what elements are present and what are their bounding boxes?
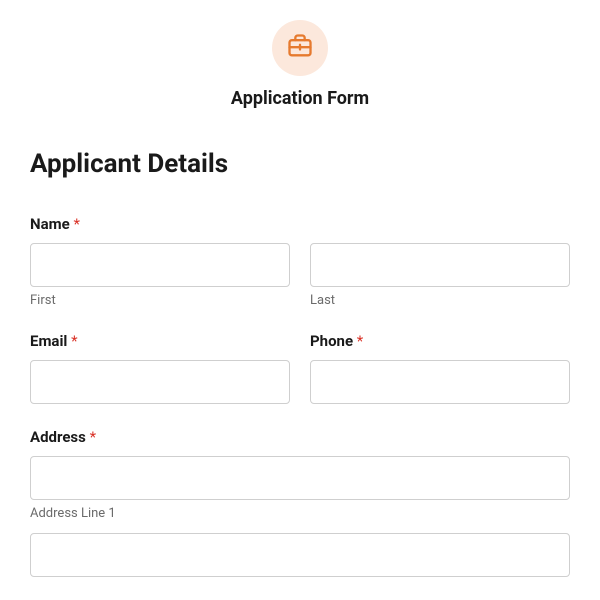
last-name-input[interactable] [310,243,570,287]
address-label-text: Address [30,428,86,446]
name-field-group: Name * First Last [30,215,570,308]
section-heading: Applicant Details [30,149,570,179]
address-line1-input[interactable] [30,456,570,500]
email-required-indicator: * [71,332,77,350]
last-name-sublabel: Last [310,293,570,308]
address-line2-input[interactable] [30,533,570,577]
name-label-text: Name [30,215,70,233]
form-title: Application Form [30,88,570,109]
name-row: First Last [30,243,570,308]
phone-label: Phone * [310,332,570,350]
phone-input[interactable] [310,360,570,404]
phone-field-group: Phone * [310,332,570,404]
form-container: Application Form Applicant Details Name … [0,0,600,577]
phone-required-indicator: * [357,332,363,350]
first-name-input[interactable] [30,243,290,287]
address-required-indicator: * [90,428,96,446]
address-label: Address * [30,428,570,446]
address-line1-sublabel: Address Line 1 [30,506,570,521]
email-field-group: Email * [30,332,290,404]
email-phone-row: Email * Phone * [30,332,570,428]
last-name-col: Last [310,243,570,308]
form-header: Application Form [30,20,570,109]
name-required-indicator: * [73,215,79,233]
first-name-sublabel: First [30,293,290,308]
briefcase-icon [286,32,314,64]
email-label: Email * [30,332,290,350]
phone-label-text: Phone [310,332,353,350]
name-label: Name * [30,215,570,233]
address-line1-wrapper: Address Line 1 [30,456,570,521]
email-input[interactable] [30,360,290,404]
email-label-text: Email [30,332,67,350]
address-line2-wrapper [30,533,570,577]
address-field-group: Address * Address Line 1 [30,428,570,577]
first-name-col: First [30,243,290,308]
briefcase-icon-wrapper [272,20,328,76]
